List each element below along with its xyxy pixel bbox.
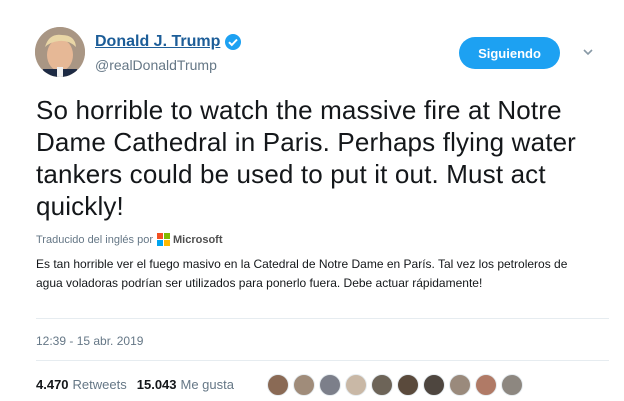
liker-avatars [267, 374, 527, 396]
author-avatar[interactable] [35, 27, 85, 77]
tweet-text: So horrible to watch the massive fire at… [36, 95, 576, 221]
divider [36, 360, 609, 361]
likes-label[interactable]: Me gusta [181, 377, 234, 392]
avatar-image [35, 27, 85, 77]
tweet-card: Donald J. Trump @realDonaldTrump Siguien… [0, 0, 624, 401]
tweet-timestamp[interactable]: 12:39 - 15 abr. 2019 [36, 334, 143, 348]
translated-by-label: Traducido del inglés por [36, 233, 153, 246]
liker-avatar[interactable] [501, 374, 523, 396]
translation-provider[interactable]: Microsoft [173, 234, 223, 246]
divider [36, 318, 609, 319]
likes-count[interactable]: 15.043 [137, 377, 177, 392]
verified-badge-icon [224, 33, 242, 51]
author-name-row: Donald J. Trump [95, 33, 242, 51]
liker-avatar[interactable] [371, 374, 393, 396]
liker-avatar[interactable] [475, 374, 497, 396]
following-button[interactable]: Siguiendo [459, 37, 560, 69]
liker-avatar[interactable] [319, 374, 341, 396]
translated-text: Es tan horrible ver el fuego masivo en l… [36, 257, 568, 290]
translation-attribution: Traducido del inglés por Microsoft [36, 233, 223, 246]
retweets-label[interactable]: Retweets [73, 377, 127, 392]
chevron-down-icon[interactable] [581, 45, 595, 59]
liker-avatar[interactable] [293, 374, 315, 396]
liker-avatar[interactable] [397, 374, 419, 396]
tweet-stats: 4.470 Retweets 15.043 Me gusta [36, 377, 244, 392]
liker-avatar[interactable] [345, 374, 367, 396]
liker-avatar[interactable] [267, 374, 289, 396]
liker-avatar[interactable] [423, 374, 445, 396]
retweets-count[interactable]: 4.470 [36, 377, 69, 392]
author-handle[interactable]: @realDonaldTrump [95, 57, 217, 73]
author-display-name[interactable]: Donald J. Trump [95, 33, 220, 51]
liker-avatar[interactable] [449, 374, 471, 396]
microsoft-logo-icon [157, 233, 170, 246]
